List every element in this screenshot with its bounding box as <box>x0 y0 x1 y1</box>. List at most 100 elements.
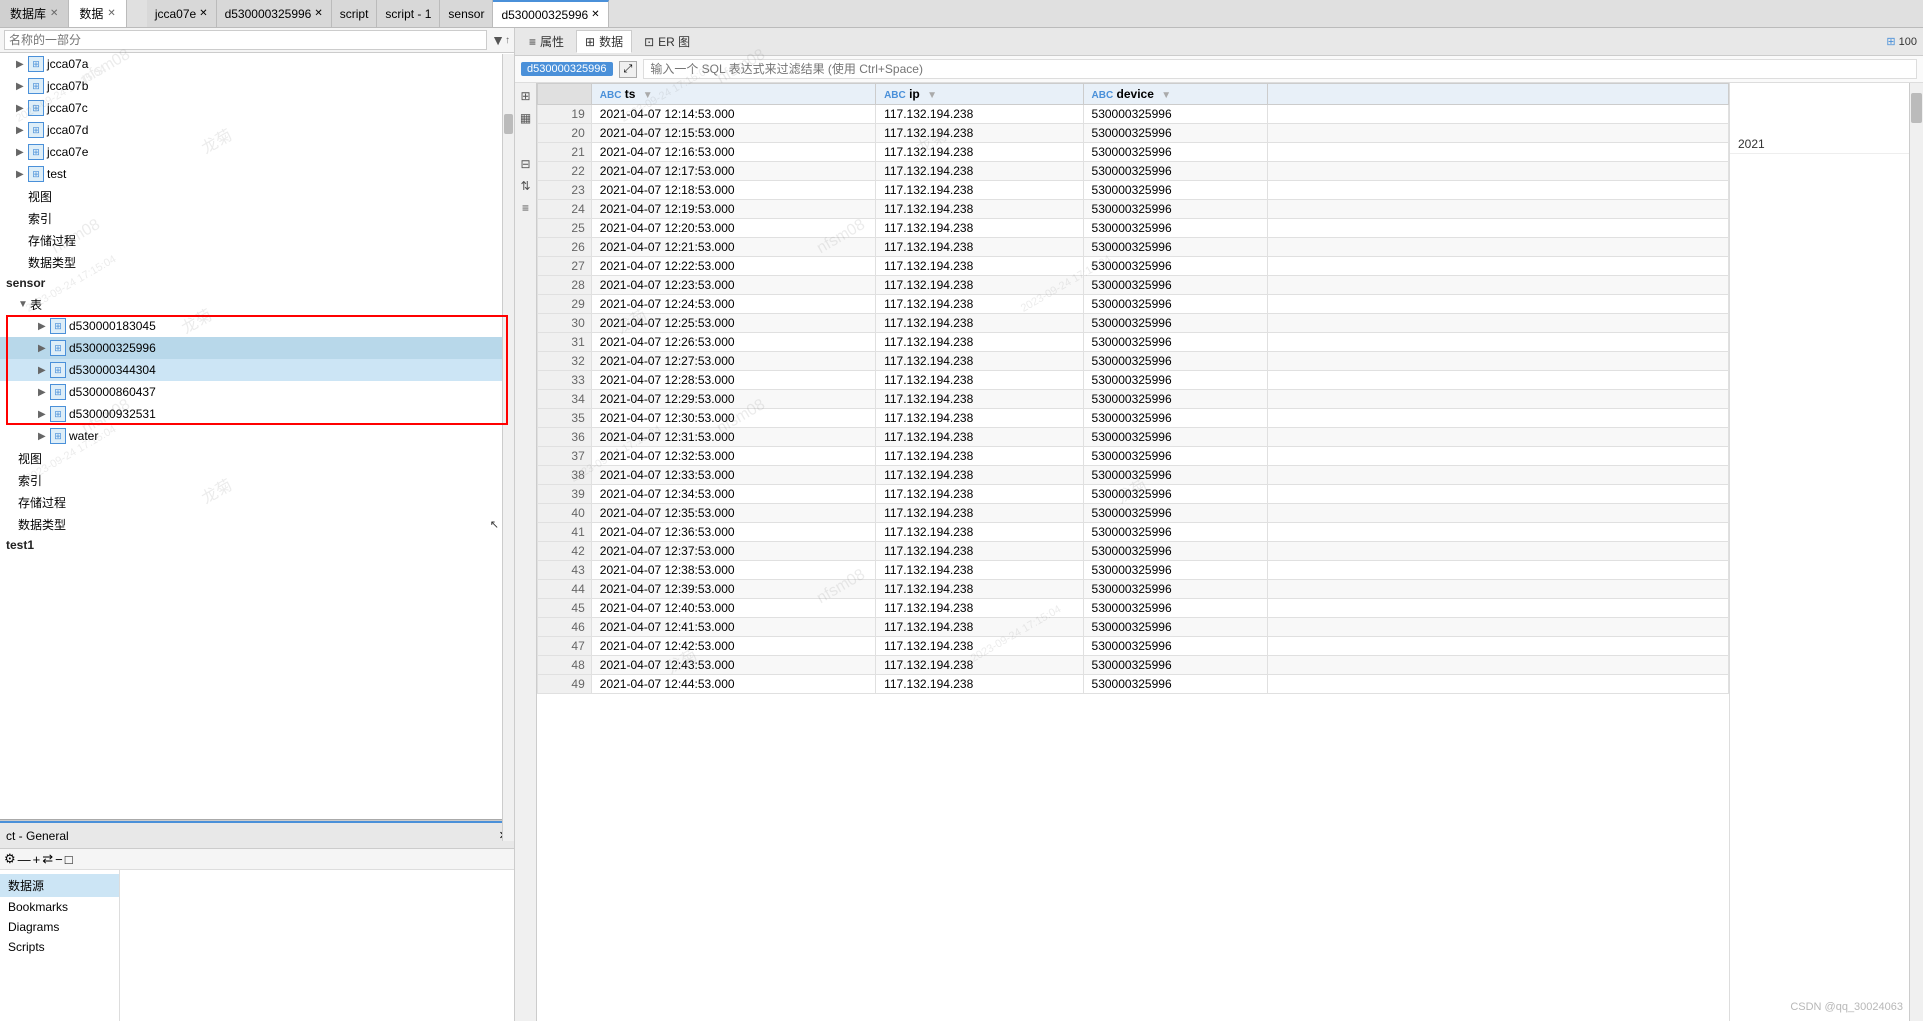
tree-item-jcca07a[interactable]: ▶ ⊞ jcca07a <box>0 53 514 75</box>
bottom-tab-scripts[interactable]: Scripts <box>0 937 119 957</box>
table-row[interactable]: 25 2021-04-07 12:20:53.000 117.132.194.2… <box>538 219 1729 238</box>
cell-device[interactable]: 530000325996 <box>1083 561 1267 580</box>
tree-item-d530000183045[interactable]: ▶ ⊞ d530000183045 <box>0 315 514 337</box>
col-header-ip[interactable]: ABC ip ▼ <box>876 84 1083 105</box>
cell-device[interactable]: 530000325996 <box>1083 542 1267 561</box>
tree-item-index2[interactable]: 索引 <box>0 469 514 491</box>
cell-ts[interactable]: 2021-04-07 12:25:53.000 <box>591 314 875 333</box>
cell-ip[interactable]: 117.132.194.238 <box>876 219 1083 238</box>
cell-ts[interactable]: 2021-04-07 12:34:53.000 <box>591 485 875 504</box>
cell-ip[interactable]: 117.132.194.238 <box>876 523 1083 542</box>
cell-ip[interactable]: 117.132.194.238 <box>876 200 1083 219</box>
cell-ts[interactable]: 2021-04-07 12:43:53.000 <box>591 656 875 675</box>
cell-ts[interactable]: 2021-04-07 12:18:53.000 <box>591 181 875 200</box>
cell-device[interactable]: 530000325996 <box>1083 295 1267 314</box>
cell-device[interactable]: 530000325996 <box>1083 485 1267 504</box>
cell-ip[interactable]: 117.132.194.238 <box>876 675 1083 694</box>
table-row[interactable]: 32 2021-04-07 12:27:53.000 117.132.194.2… <box>538 352 1729 371</box>
cell-ip[interactable]: 117.132.194.238 <box>876 485 1083 504</box>
tree-item-datatype1[interactable]: 数据类型 <box>0 251 514 273</box>
cell-ip[interactable]: 117.132.194.238 <box>876 561 1083 580</box>
tree-item-view1[interactable]: 视图 <box>0 185 514 207</box>
cell-ts[interactable]: 2021-04-07 12:33:53.000 <box>591 466 875 485</box>
cell-ts[interactable]: 2021-04-07 12:42:53.000 <box>591 637 875 656</box>
tree-item-view2[interactable]: 视图 <box>0 447 514 469</box>
settings-icon[interactable]: ⚙ <box>4 851 16 867</box>
table-row[interactable]: 26 2021-04-07 12:21:53.000 117.132.194.2… <box>538 238 1729 257</box>
close-icon[interactable]: ✕ <box>314 8 322 19</box>
sql-filter-input[interactable] <box>643 59 1917 79</box>
table-row[interactable]: 34 2021-04-07 12:29:53.000 117.132.194.2… <box>538 390 1729 409</box>
cell-device[interactable]: 530000325996 <box>1083 219 1267 238</box>
cell-device[interactable]: 530000325996 <box>1083 162 1267 181</box>
cell-device[interactable]: 530000325996 <box>1083 200 1267 219</box>
cell-ts[interactable]: 2021-04-07 12:32:53.000 <box>591 447 875 466</box>
tree-item-index1[interactable]: 索引 <box>0 207 514 229</box>
cell-device[interactable]: 530000325996 <box>1083 257 1267 276</box>
table-row[interactable]: 24 2021-04-07 12:19:53.000 117.132.194.2… <box>538 200 1729 219</box>
table-row[interactable]: 48 2021-04-07 12:43:53.000 117.132.194.2… <box>538 656 1729 675</box>
close-icon[interactable]: ✕ <box>591 9 599 20</box>
table-row[interactable]: 27 2021-04-07 12:22:53.000 117.132.194.2… <box>538 257 1729 276</box>
tab-er-diagram[interactable]: ⊡ ER 图 <box>636 31 698 52</box>
grid-view-button[interactable]: ⊞ <box>517 87 535 105</box>
cell-ip[interactable]: 117.132.194.238 <box>876 124 1083 143</box>
cell-device[interactable]: 530000325996 <box>1083 143 1267 162</box>
cell-ip[interactable]: 117.132.194.238 <box>876 504 1083 523</box>
tab-data-view[interactable]: ⊞ 数据 <box>576 30 632 53</box>
sort-button[interactable]: ⇅ <box>517 177 535 195</box>
tree-item-d530000325996[interactable]: ▶ ⊞ d530000325996 <box>0 337 514 359</box>
cell-device[interactable]: 530000325996 <box>1083 409 1267 428</box>
cell-device[interactable]: 530000325996 <box>1083 618 1267 637</box>
cell-ip[interactable]: 117.132.194.238 <box>876 466 1083 485</box>
cell-ts[interactable]: 2021-04-07 12:14:53.000 <box>591 105 875 124</box>
tab-data[interactable]: 数据 ✕ <box>69 0 126 27</box>
table-row[interactable]: 28 2021-04-07 12:23:53.000 117.132.194.2… <box>538 276 1729 295</box>
cell-ts[interactable]: 2021-04-07 12:30:53.000 <box>591 409 875 428</box>
right-scrollbar[interactable] <box>1909 83 1923 1021</box>
table-row[interactable]: 23 2021-04-07 12:18:53.000 117.132.194.2… <box>538 181 1729 200</box>
table-row[interactable]: 29 2021-04-07 12:24:53.000 117.132.194.2… <box>538 295 1729 314</box>
table-view-button[interactable]: ▦ <box>517 109 535 127</box>
cell-ts[interactable]: 2021-04-07 12:21:53.000 <box>591 238 875 257</box>
cell-device[interactable]: 530000325996 <box>1083 238 1267 257</box>
cell-device[interactable]: 530000325996 <box>1083 276 1267 295</box>
close-icon[interactable]: ✕ <box>107 8 115 19</box>
close-icon[interactable]: ✕ <box>50 8 58 19</box>
tree-item-water[interactable]: ▶ ⊞ water <box>0 425 514 447</box>
cell-device[interactable]: 530000325996 <box>1083 580 1267 599</box>
tab-jcca07e[interactable]: jcca07e ✕ <box>147 0 217 27</box>
search-input[interactable] <box>4 30 487 50</box>
cell-device[interactable]: 530000325996 <box>1083 428 1267 447</box>
minus-icon[interactable]: — <box>18 852 31 867</box>
cell-ip[interactable]: 117.132.194.238 <box>876 390 1083 409</box>
table-row[interactable]: 42 2021-04-07 12:37:53.000 117.132.194.2… <box>538 542 1729 561</box>
tree-item-test[interactable]: ▶ ⊞ test <box>0 163 514 185</box>
cell-device[interactable]: 530000325996 <box>1083 675 1267 694</box>
cell-ts[interactable]: 2021-04-07 12:38:53.000 <box>591 561 875 580</box>
cell-device[interactable]: 530000325996 <box>1083 637 1267 656</box>
table-row[interactable]: 36 2021-04-07 12:31:53.000 117.132.194.2… <box>538 428 1729 447</box>
table-row[interactable]: 37 2021-04-07 12:32:53.000 117.132.194.2… <box>538 447 1729 466</box>
cell-ts[interactable]: 2021-04-07 12:36:53.000 <box>591 523 875 542</box>
cell-ip[interactable]: 117.132.194.238 <box>876 162 1083 181</box>
group-button[interactable]: ≡ <box>517 199 535 217</box>
tree-item-datatype2[interactable]: 数据类型 <box>0 513 514 535</box>
cell-device[interactable]: 530000325996 <box>1083 371 1267 390</box>
table-row[interactable]: 22 2021-04-07 12:17:53.000 117.132.194.2… <box>538 162 1729 181</box>
cell-ip[interactable]: 117.132.194.238 <box>876 181 1083 200</box>
tab-sensor[interactable]: sensor <box>440 0 493 27</box>
cell-ts[interactable]: 2021-04-07 12:44:53.000 <box>591 675 875 694</box>
tree-item-jcca07e[interactable]: ▶ ⊞ jcca07e <box>0 141 514 163</box>
table-row[interactable]: 21 2021-04-07 12:16:53.000 117.132.194.2… <box>538 143 1729 162</box>
minimize-icon[interactable]: − <box>55 852 63 867</box>
close-icon[interactable]: ✕ <box>199 8 207 19</box>
cell-ts[interactable]: 2021-04-07 12:35:53.000 <box>591 504 875 523</box>
cell-ip[interactable]: 117.132.194.238 <box>876 599 1083 618</box>
table-row[interactable]: 45 2021-04-07 12:40:53.000 117.132.194.2… <box>538 599 1729 618</box>
cell-ip[interactable]: 117.132.194.238 <box>876 238 1083 257</box>
cell-ts[interactable]: 2021-04-07 12:20:53.000 <box>591 219 875 238</box>
cell-ts[interactable]: 2021-04-07 12:19:53.000 <box>591 200 875 219</box>
cell-device[interactable]: 530000325996 <box>1083 466 1267 485</box>
cell-device[interactable]: 530000325996 <box>1083 314 1267 333</box>
